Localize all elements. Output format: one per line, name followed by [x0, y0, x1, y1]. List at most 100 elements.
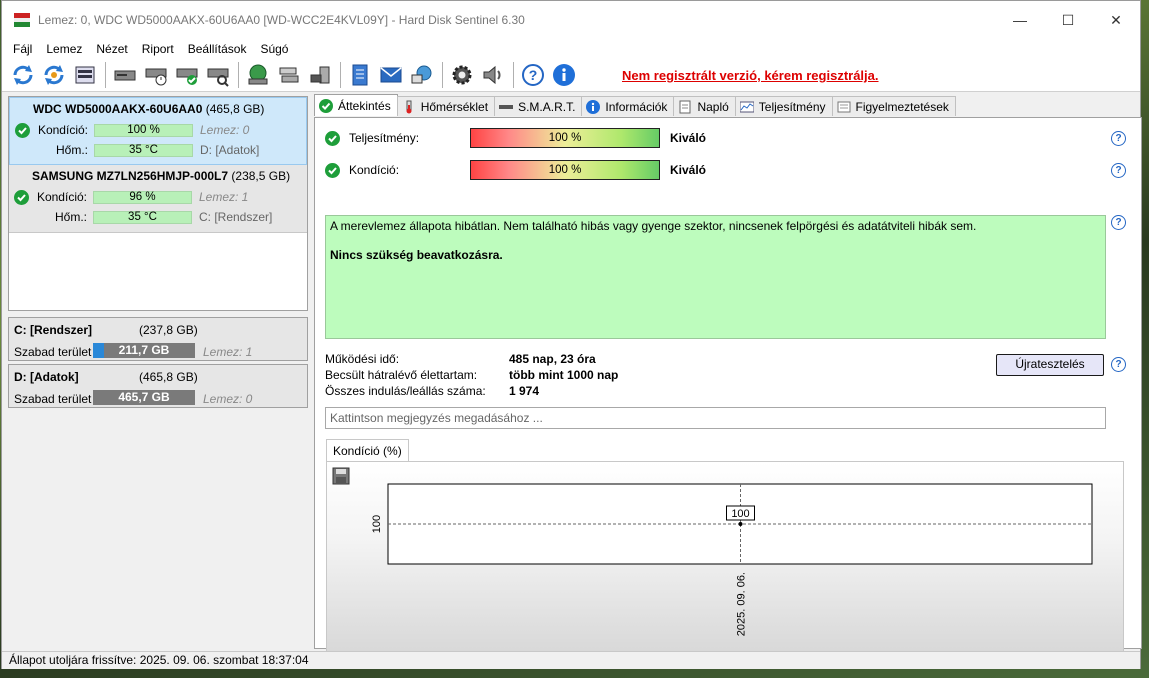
tab-log[interactable]: Napló [673, 96, 736, 116]
performance-bar: 100 % [470, 128, 660, 148]
chart-tab-condition[interactable]: Kondíció (%) [326, 439, 409, 461]
report-icon[interactable] [347, 62, 373, 88]
menu-disk[interactable]: Lemez [39, 42, 89, 56]
info-value: több mint 1000 nap [509, 368, 619, 382]
condition-label: Kondíció: [37, 123, 88, 137]
condition-bar: 100 % [470, 160, 660, 180]
partition-size: (237,8 GB) [139, 323, 198, 337]
menu-view[interactable]: Nézet [89, 42, 134, 56]
sound-icon[interactable] [480, 62, 506, 88]
window-title: Lemez: 0, WDC WD5000AAKX-60U6AA0 [WD-WCC… [38, 13, 525, 27]
info-key: Becsült hátralévő élettartam: [325, 368, 478, 382]
performance-label: Teljesítmény: [349, 131, 420, 145]
hard-disk-icon[interactable] [112, 62, 138, 88]
network-report-icon[interactable] [409, 62, 435, 88]
partition-name: D: [Adatok] [14, 370, 79, 384]
tab-information[interactable]: Információk [581, 96, 675, 116]
tab-label: Teljesítmény [758, 99, 826, 114]
disk-size: (465,8 GB) [205, 102, 265, 116]
x-tick-label: 2025. 09. 06. [736, 572, 748, 636]
disk-item-samsung[interactable]: SAMSUNG MZ7LN256HMJP-000L7 (238,5 GB) Ko… [9, 165, 307, 233]
info-icon [586, 99, 601, 114]
menu-help[interactable]: Súgó [253, 42, 295, 56]
condition-bar: 96 % [93, 190, 192, 204]
drive-ref: C: [Rendszer] [199, 210, 273, 224]
free-space-bar: 211,7 GB [93, 343, 195, 358]
note-input[interactable]: Kattintson megjegyzés megadásához ... [325, 407, 1106, 429]
menu-report[interactable]: Riport [135, 42, 181, 56]
disk-stack-icon[interactable] [276, 62, 302, 88]
disk-size: (238,5 GB) [231, 169, 291, 183]
partition-c[interactable]: C: [Rendszer] (237,8 GB) Szabad terület … [8, 317, 308, 361]
disk-item-wdc[interactable]: WDC WD5000AAKX-60U6AA0 (465,8 GB) Kondíc… [9, 97, 307, 165]
maximize-button[interactable]: ☐ [1044, 1, 1092, 39]
info-key: Összes indulás/leállás száma: [325, 384, 486, 398]
y-tick-label: 100 [371, 515, 383, 533]
toolbar-separator [105, 61, 106, 88]
left-panel: WDC WD5000AAKX-60U6AA0 (465,8 GB) Kondíc… [8, 96, 308, 649]
disk-ref: Lemez: 0 [203, 392, 253, 406]
tab-performance[interactable]: Teljesítmény [734, 96, 833, 116]
tab-overview[interactable]: Áttekintés [314, 94, 398, 116]
toolbar-separator [513, 61, 514, 88]
data-label: 100 [731, 508, 749, 520]
tab-strip: Áttekintés Hőmérséklet S.M.A.R.T. Inform… [314, 94, 1142, 116]
email-icon[interactable] [378, 62, 404, 88]
disk-schedule-icon[interactable] [143, 62, 169, 88]
disk-icon [499, 100, 514, 114]
tab-label: S.M.A.R.T. [518, 99, 576, 114]
info-icon[interactable] [551, 62, 577, 88]
help-icon[interactable]: ? [520, 62, 546, 88]
refresh-all-icon[interactable] [41, 62, 67, 88]
performance-rating: Kiváló [670, 131, 707, 145]
chart-icon [739, 100, 754, 114]
right-panel: Áttekintés Hőmérséklet S.M.A.R.T. Inform… [314, 94, 1142, 654]
computer-icon[interactable] [307, 62, 333, 88]
condition-chart: 100 100 2025. 09. 06. [326, 461, 1124, 654]
tab-label: Áttekintés [338, 98, 391, 113]
close-button[interactable]: ✕ [1092, 1, 1140, 39]
title-bar: Lemez: 0, WDC WD5000AAKX-60U6AA0 [WD-WCC… [2, 1, 1140, 39]
status-recommendation: Nincs szükség beavatkozásra. [330, 248, 503, 262]
disk-name: WDC WD5000AAKX-60U6AA0 [33, 102, 203, 116]
disk-ref: Lemez: 1 [203, 345, 253, 359]
overview-panel: Teljesítmény: 100 % Kiváló ? Kondíció: 1… [314, 117, 1142, 654]
retest-button[interactable]: Újratesztelés [996, 354, 1104, 376]
network-disk-icon[interactable] [245, 62, 271, 88]
toolbar-separator [442, 61, 443, 88]
partition-d[interactable]: D: [Adatok] (465,8 GB) Szabad terület 46… [8, 364, 308, 408]
help-icon[interactable]: ? [1111, 163, 1126, 178]
menu-settings[interactable]: Beállítások [181, 42, 254, 56]
minimize-button[interactable]: — [996, 1, 1044, 39]
toolbar: ? Nem regisztrált verzió, kérem regisztr… [2, 58, 1140, 92]
tab-temperature[interactable]: Hőmérséklet [396, 96, 496, 116]
status-message-box: A merevlemez állapota hibátlan. Nem talá… [325, 215, 1106, 339]
thermometer-icon [402, 100, 416, 114]
app-flag-icon [14, 13, 30, 27]
disk-list: WDC WD5000AAKX-60U6AA0 (465,8 GB) Kondíc… [8, 96, 308, 311]
disk-search-icon[interactable] [205, 62, 231, 88]
condition-rating: Kiváló [670, 163, 707, 177]
status-bar: Állapot utoljára frissítve: 2025. 09. 06… [2, 651, 1140, 669]
help-icon[interactable]: ? [1111, 131, 1126, 146]
free-space-bar: 465,7 GB [93, 390, 195, 405]
disk-check-icon[interactable] [174, 62, 200, 88]
info-value: 1 974 [509, 384, 540, 398]
disk-ref: Lemez: 0 [200, 123, 250, 137]
tab-alerts[interactable]: Figyelmeztetések [831, 96, 956, 116]
partition-list: C: [Rendszer] (237,8 GB) Szabad terület … [8, 317, 308, 408]
temperature-bar: 35 °C [94, 143, 193, 157]
temperature-bar: 35 °C [93, 210, 192, 224]
temperature-label: Hőm.: [55, 143, 88, 157]
help-icon[interactable]: ? [1111, 215, 1126, 230]
refresh-icon[interactable] [10, 62, 36, 88]
used-space-fill [93, 343, 105, 358]
disk-list-icon[interactable] [72, 62, 98, 88]
settings-gear-icon[interactable] [449, 62, 475, 88]
toolbar-separator [340, 61, 341, 88]
free-space-label: Szabad terület [14, 345, 92, 359]
tab-smart[interactable]: S.M.A.R.T. [494, 96, 583, 116]
help-icon[interactable]: ? [1111, 357, 1126, 372]
menu-file[interactable]: Fájl [6, 42, 39, 56]
unregistered-link[interactable]: Nem regisztrált verzió, kérem regisztrál… [622, 68, 879, 83]
